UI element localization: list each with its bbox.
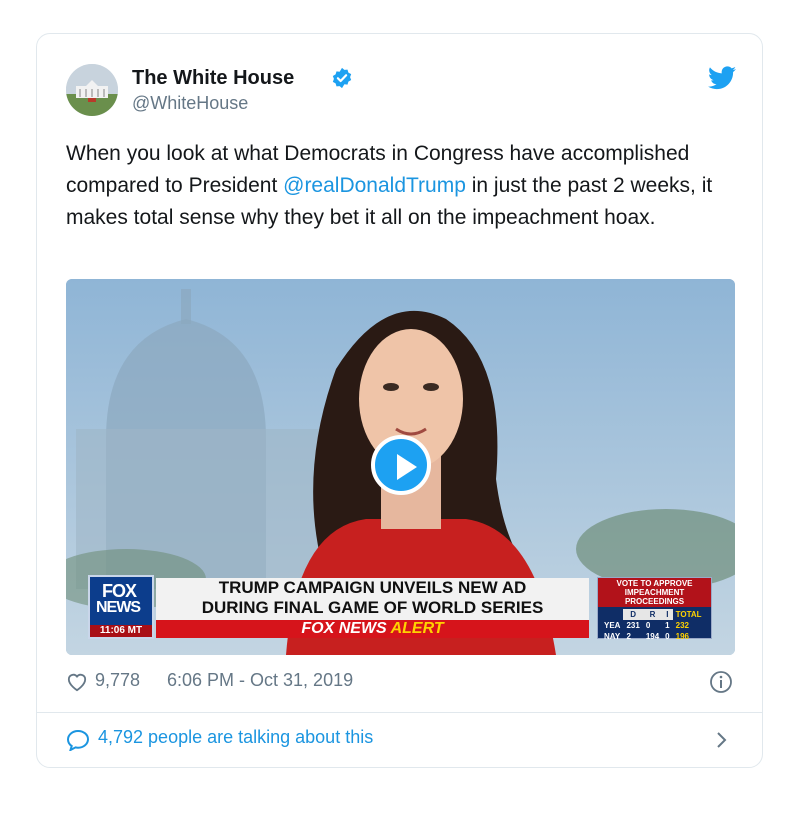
avatar[interactable] — [66, 64, 118, 116]
speech-bubble-icon — [66, 729, 90, 751]
info-icon[interactable] — [709, 670, 733, 694]
heart-icon[interactable] — [66, 672, 88, 692]
twitter-bird-icon[interactable] — [708, 66, 736, 90]
news-alert-bar: FOX NEWS ALERT — [156, 620, 589, 638]
vote-cell: 232 — [675, 621, 689, 630]
vote-header: D — [623, 609, 643, 620]
vote-header: I — [662, 609, 673, 620]
vote-header: R — [642, 609, 663, 620]
chevron-right-icon[interactable] — [715, 730, 729, 750]
logo-line2: NEWS — [96, 599, 141, 616]
news-headline: TRUMP CAMPAIGN UNVEILS NEW AD DURING FIN… — [156, 578, 589, 620]
vote-cell: 0 — [665, 632, 670, 641]
vote-label: NAY — [604, 632, 621, 641]
headline-line2: DURING FINAL GAME OF WORLD SERIES — [201, 598, 544, 617]
headline-line1: TRUMP CAMPAIGN UNVEILS NEW AD — [218, 578, 527, 597]
vote-label: YEA — [604, 621, 621, 630]
vote-table: D R I TOTAL YEA 231 0 1 232 NAY 2 194 0 … — [601, 609, 705, 642]
author-handle[interactable]: @WhiteHouse — [132, 93, 248, 114]
tweet-timestamp[interactable]: 6:06 PM - Oct 31, 2019 — [167, 670, 353, 691]
vote-cell: 2 — [626, 632, 631, 641]
vote-row: YEA 231 0 1 232 — [601, 620, 705, 631]
like-count[interactable]: 9,778 — [95, 670, 140, 691]
vote-cell: 1 — [665, 621, 670, 630]
play-icon[interactable] — [371, 435, 431, 495]
vote-cell: 194 — [645, 632, 660, 641]
vote-cell: 231 — [626, 621, 640, 630]
verified-badge-icon — [332, 67, 352, 89]
mention-link[interactable]: @realDonaldTrump — [283, 174, 466, 197]
vote-row: NAY 2 194 0 196 — [601, 631, 705, 642]
vote-title: VOTE TO APPROVE IMPEACHMENT PROCEEDINGS — [598, 578, 711, 607]
news-lower-third: FOX NEWS 11:06 MT TRUMP CAMPAIGN UNVEILS… — [66, 575, 735, 655]
tweet-card: The White House @WhiteHouse When you loo… — [36, 33, 763, 768]
vote-header: TOTAL — [675, 610, 702, 619]
author-name[interactable]: The White House — [132, 67, 294, 90]
vote-title-1: VOTE TO APPROVE — [616, 579, 693, 588]
alert-word: ALERT — [390, 620, 444, 637]
vote-tally-box: VOTE TO APPROVE IMPEACHMENT PROCEEDINGS … — [597, 577, 712, 642]
tweet-text: When you look at what Democrats in Congr… — [66, 138, 746, 234]
vote-cell: 0 — [645, 621, 651, 630]
vote-title-2: IMPEACHMENT PROCEEDINGS — [624, 588, 685, 606]
alert-brand: FOX NEWS — [301, 620, 387, 637]
divider — [37, 712, 762, 713]
logo-time: 11:06 MT — [90, 625, 152, 637]
video-player[interactable]: FOX NEWS 11:06 MT TRUMP CAMPAIGN UNVEILS… — [66, 279, 735, 655]
talking-label[interactable]: 4,792 people are talking about this — [98, 727, 373, 748]
fox-news-logo: FOX NEWS 11:06 MT — [88, 575, 154, 639]
vote-header-row: D R I TOTAL — [601, 609, 705, 620]
vote-cell: 196 — [675, 632, 689, 641]
